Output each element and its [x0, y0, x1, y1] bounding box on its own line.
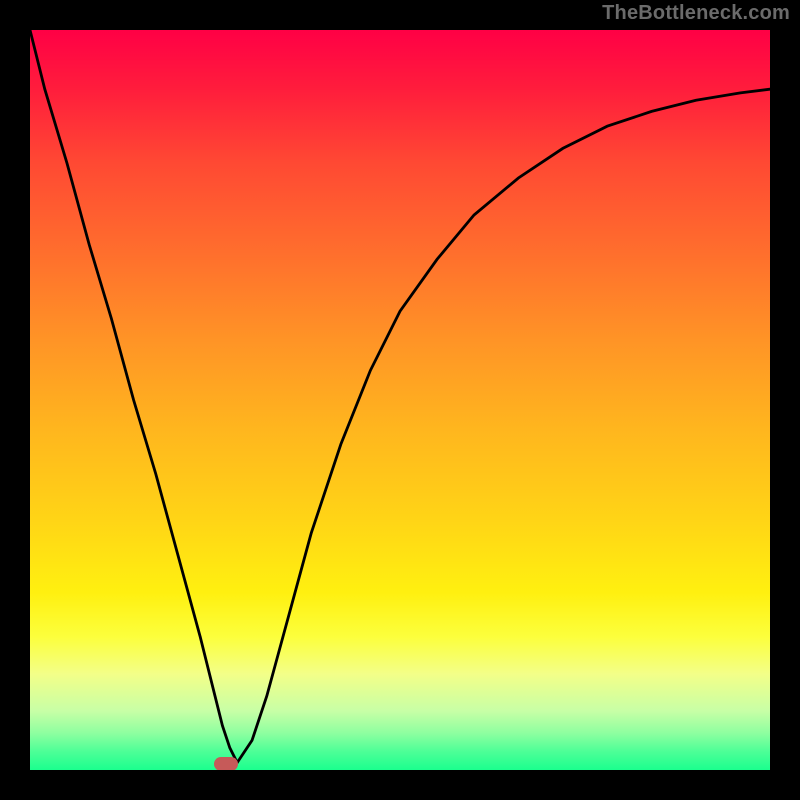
curve-path [30, 30, 770, 763]
plot-area [30, 30, 770, 770]
curve-svg [30, 30, 770, 770]
chart-frame: TheBottleneck.com [0, 0, 800, 800]
watermark-text: TheBottleneck.com [602, 2, 790, 25]
minimum-marker [214, 757, 238, 770]
